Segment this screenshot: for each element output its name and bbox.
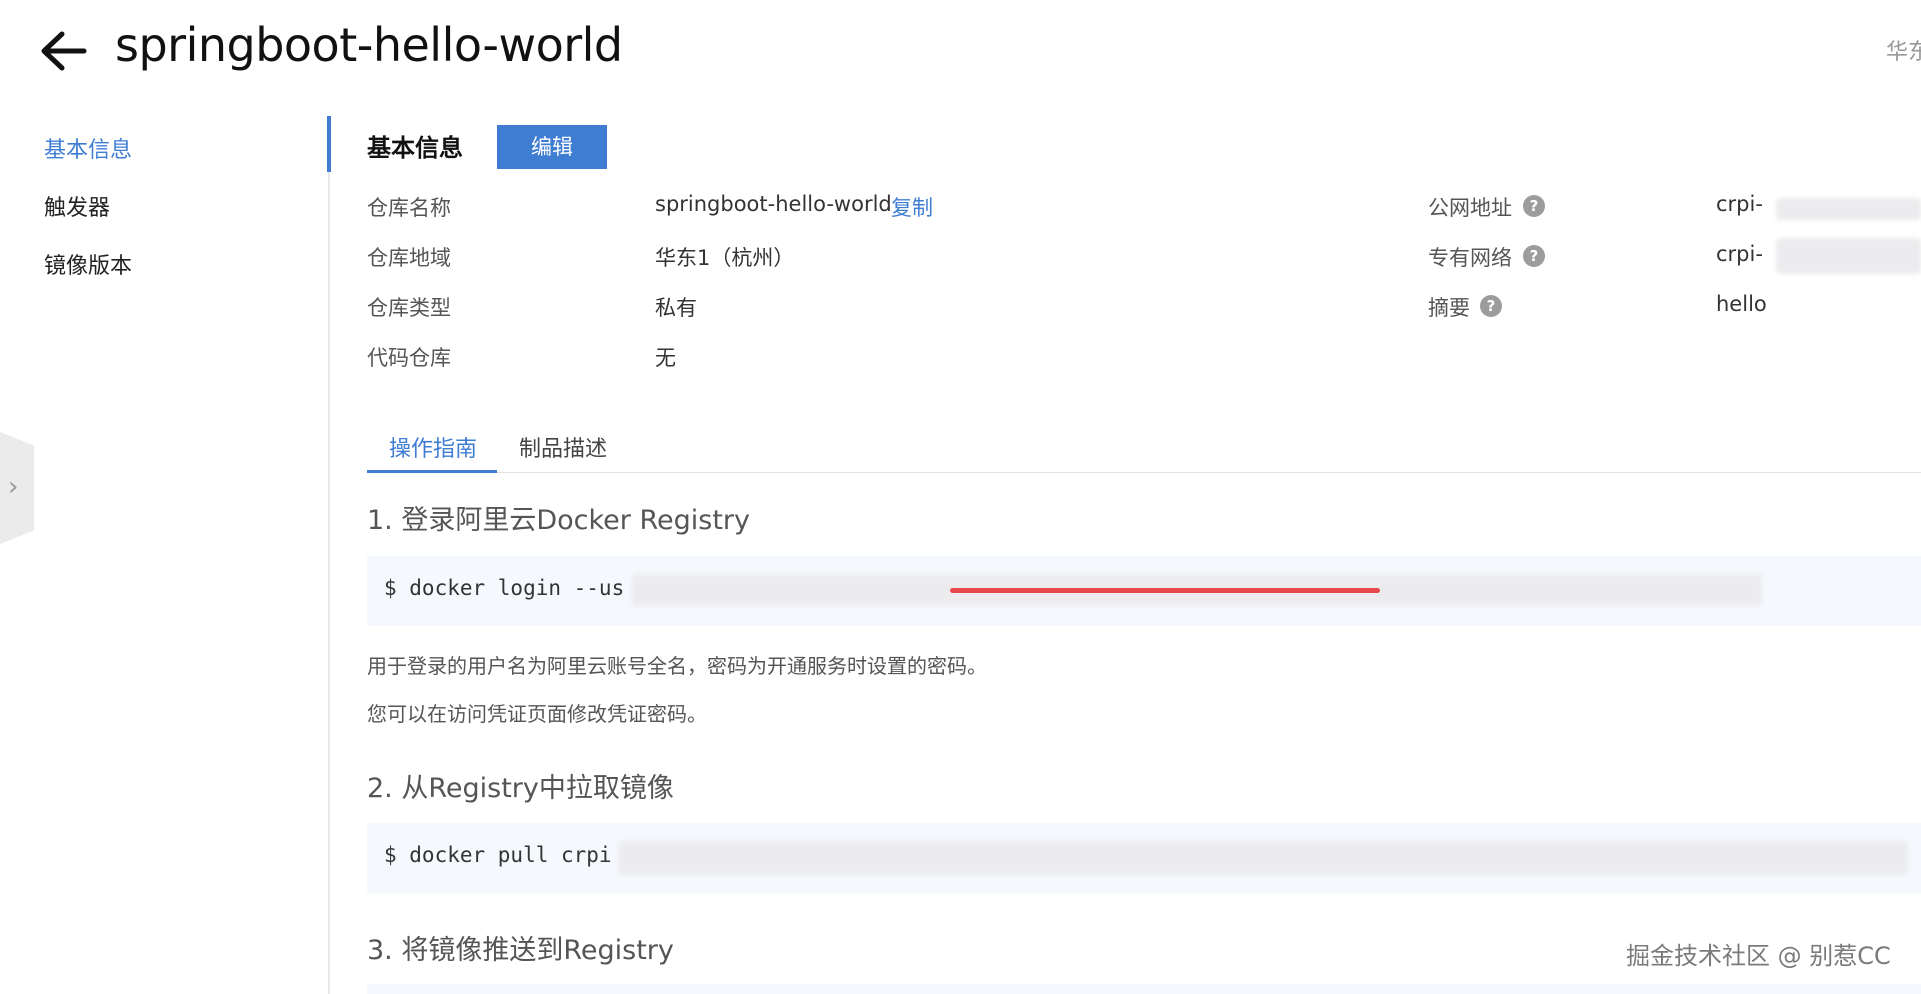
repo-name-value: springboot-hello-world	[655, 192, 892, 216]
repo-region-value: 华东1（杭州）	[655, 246, 795, 270]
sidebar-item-basic-info[interactable]: 基本信息	[44, 132, 132, 164]
step-title: 3. 将镜像推送到Registry	[367, 935, 674, 966]
repo-type-label: 仓库类型	[367, 296, 451, 320]
sidebar-divider	[328, 118, 330, 994]
tab-artifact-description[interactable]: 制品描述	[519, 431, 607, 463]
login-note: 用于登录的用户名为阿里云账号全名，密码为开通服务时设置的密码。	[367, 654, 987, 678]
redaction-line	[950, 588, 1380, 593]
sidebar-item-image-versions[interactable]: 镜像版本	[44, 248, 132, 280]
edit-button[interactable]: 编辑	[497, 125, 607, 169]
vpc-address-value: crpi-	[1716, 242, 1763, 266]
step-title: 1. 登录阿里云Docker Registry	[367, 505, 750, 536]
vpc-address-label: 专有网络	[1428, 246, 1512, 270]
code-block[interactable]: $ docker login --us	[367, 556, 1921, 626]
code-text: $ docker pull crpi	[384, 843, 612, 867]
chevron-right-icon: ›	[8, 472, 19, 502]
step-title: 2. 从Registry中拉取镜像	[367, 773, 674, 804]
repo-type-value: 私有	[655, 296, 697, 320]
redacted-block	[1776, 198, 1921, 220]
redacted-block	[618, 841, 1908, 875]
code-block[interactable]	[367, 984, 1921, 994]
digest-label: 摘要	[1428, 296, 1470, 320]
region-label: 华东	[1886, 40, 1921, 65]
repo-name-label: 仓库名称	[367, 196, 451, 220]
code-text: $ docker login --us	[384, 576, 625, 600]
question-circle-icon[interactable]: ?	[1523, 245, 1545, 267]
copy-link[interactable]: 复制	[891, 192, 933, 222]
question-circle-icon[interactable]: ?	[1523, 195, 1545, 217]
code-block[interactable]: $ docker pull crpi	[367, 823, 1921, 893]
digest-value: hello	[1716, 292, 1767, 316]
code-repo-value: 无	[655, 346, 676, 370]
question-circle-icon[interactable]: ?	[1480, 295, 1502, 317]
tab-operation-guide[interactable]: 操作指南	[389, 431, 477, 463]
public-address-value: crpi-	[1716, 192, 1763, 216]
active-tab-underline	[367, 470, 497, 473]
back-button[interactable]	[38, 28, 88, 74]
sidebar-collapse-handle[interactable]: ›	[0, 432, 34, 544]
code-repo-label: 代码仓库	[367, 346, 451, 370]
sidebar-item-triggers[interactable]: 触发器	[44, 190, 110, 222]
public-address-label: 公网地址	[1428, 196, 1512, 220]
arrow-left-icon	[41, 31, 87, 71]
repo-region-label: 仓库地域	[367, 246, 451, 270]
section-title: 基本信息	[367, 134, 463, 162]
page-title: springboot-hello-world	[115, 18, 623, 72]
watermark: 掘金技术社区 @ 别惹CC	[1626, 942, 1891, 970]
tab-bar: 操作指南 制品描述	[367, 423, 1921, 473]
header: springboot-hello-world 华东	[0, 0, 1921, 100]
credential-note: 您可以在访问凭证页面修改凭证密码。	[367, 702, 707, 726]
active-indicator	[327, 116, 331, 172]
page: springboot-hello-world 华东 基本信息 触发器 镜像版本 …	[0, 0, 1921, 994]
redacted-block	[1776, 238, 1921, 274]
